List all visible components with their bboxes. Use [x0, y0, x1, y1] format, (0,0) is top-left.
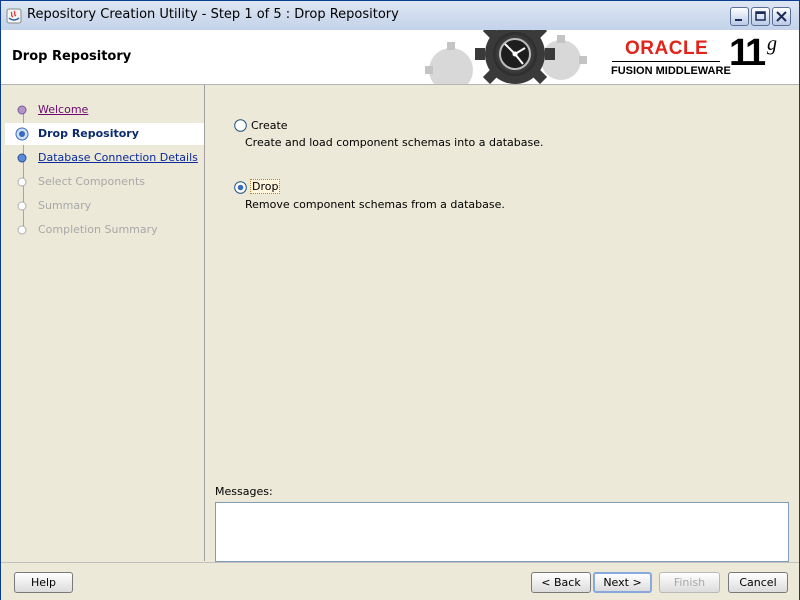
logo-divider: [612, 61, 720, 62]
create-option-label[interactable]: Create: [251, 119, 288, 132]
nav-step-label: Summary: [38, 199, 92, 212]
close-icon: [776, 11, 787, 22]
close-button[interactable]: [772, 7, 791, 26]
page-title: Drop Repository: [12, 49, 132, 64]
back-button[interactable]: < Back: [531, 572, 591, 593]
step-navigation: Welcome Drop Repository Database Connect…: [5, 85, 205, 561]
create-radio[interactable]: [234, 119, 247, 132]
nav-step-completion-summary: Completion Summary: [5, 219, 204, 241]
drop-option-description: Remove component schemas from a database…: [245, 198, 505, 211]
messages-label: Messages:: [215, 485, 273, 498]
finish-button: Finish: [659, 572, 720, 593]
minimize-icon: [735, 19, 742, 21]
drop-option-label[interactable]: Drop: [250, 179, 281, 194]
nav-step-label: Database Connection Details: [38, 151, 198, 164]
java-app-icon: [6, 8, 22, 24]
step-disabled-icon: [17, 225, 27, 235]
help-button[interactable]: Help: [14, 572, 73, 593]
nav-step-summary: Summary: [5, 195, 204, 217]
cancel-button[interactable]: Cancel: [728, 572, 788, 593]
nav-step-database-connection[interactable]: Database Connection Details: [5, 147, 204, 169]
version-number: 11: [729, 32, 766, 74]
gears-graphic-icon: [425, 30, 587, 84]
drop-radio[interactable]: [234, 181, 247, 194]
fusion-middleware-label: FUSION MIDDLEWARE: [611, 65, 731, 77]
rcu-window: Repository Creation Utility - Step 1 of …: [0, 0, 800, 600]
create-option-description: Create and load component schemas into a…: [245, 136, 544, 149]
step-disabled-icon: [17, 201, 27, 211]
window-title: Repository Creation Utility - Step 1 of …: [27, 7, 399, 22]
messages-area[interactable]: [215, 502, 789, 562]
nav-step-drop-repository[interactable]: Drop Repository: [5, 123, 204, 145]
nav-step-label: Welcome: [38, 103, 89, 116]
version-suffix: g: [767, 33, 777, 55]
main-content: Create Create and load component schemas…: [205, 85, 799, 562]
nav-step-label: Drop Repository: [38, 127, 139, 140]
step-disabled-icon: [17, 177, 27, 187]
oracle-logo: ORACLE: [625, 38, 709, 59]
header-banner: Drop Repository ORACLE FUSION MIDDLEWARE…: [1, 30, 799, 85]
nav-step-select-components: Select Components: [5, 171, 204, 193]
nav-step-welcome[interactable]: Welcome: [5, 99, 204, 121]
title-bar[interactable]: Repository Creation Utility - Step 1 of …: [1, 1, 799, 31]
minimize-button[interactable]: [730, 7, 749, 26]
maximize-icon: [755, 11, 766, 21]
nav-step-label: Completion Summary: [38, 223, 158, 236]
step-current-icon: [15, 127, 29, 141]
nav-step-label: Select Components: [38, 175, 146, 188]
step-visited-icon: [17, 105, 27, 115]
button-bar: Help < Back Next > Finish Cancel: [1, 562, 799, 600]
maximize-button[interactable]: [751, 7, 770, 26]
next-button[interactable]: Next >: [593, 572, 652, 593]
step-link-icon: [17, 153, 27, 163]
